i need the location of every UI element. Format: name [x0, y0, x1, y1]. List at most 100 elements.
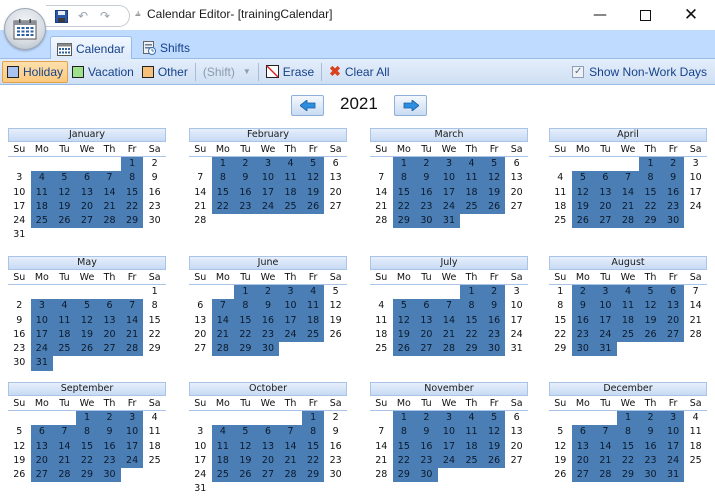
day-cell[interactable]: 18	[211, 453, 235, 469]
day-cell[interactable]: 3	[594, 285, 617, 300]
day-cell[interactable]: 2	[8, 299, 31, 313]
day-cell[interactable]: 6	[256, 425, 280, 440]
day-cell[interactable]: 17	[120, 439, 144, 454]
day-cell[interactable]: 19	[53, 199, 76, 215]
day-cell[interactable]: 26	[301, 199, 325, 215]
day-cell[interactable]: 29	[460, 342, 483, 357]
show-non-work-days-checkbox[interactable]: ✓ Show Non-Work Days	[572, 65, 707, 79]
day-cell[interactable]: 17	[30, 327, 54, 343]
day-cell[interactable]: 3	[437, 411, 461, 426]
day-cell[interactable]: 25	[460, 453, 483, 469]
day-cell[interactable]: 15	[211, 185, 235, 200]
day-cell[interactable]: 10	[661, 425, 685, 440]
day-cell[interactable]: 1	[211, 157, 235, 172]
day-cell[interactable]: 2	[661, 157, 685, 172]
day-cell[interactable]: 23	[415, 453, 438, 469]
day-cell[interactable]: 30	[98, 468, 121, 483]
day-cell[interactable]: 21	[211, 327, 235, 343]
day-cell[interactable]: 6	[661, 285, 685, 300]
day-cell[interactable]: 8	[211, 171, 235, 186]
previous-year-button[interactable]	[291, 95, 324, 116]
day-cell[interactable]: 22	[460, 327, 483, 343]
day-cell[interactable]: 3	[189, 425, 212, 439]
day-cell[interactable]: 22	[639, 199, 662, 215]
day-cell[interactable]: 31	[30, 356, 54, 371]
day-cell[interactable]: 5	[549, 425, 572, 439]
day-cell[interactable]: 19	[482, 185, 506, 200]
day-cell[interactable]: 12	[234, 439, 257, 454]
day-cell[interactable]: 25	[30, 214, 54, 229]
day-cell[interactable]: 24	[437, 453, 461, 469]
day-cell[interactable]: 17	[437, 185, 461, 200]
day-cell[interactable]: 16	[571, 313, 595, 328]
day-cell[interactable]: 7	[684, 285, 707, 299]
day-cell[interactable]: 30	[482, 342, 506, 357]
day-cell[interactable]: 6	[324, 157, 347, 171]
day-cell[interactable]: 27	[98, 342, 121, 357]
day-cell[interactable]: 4	[53, 299, 76, 314]
day-cell[interactable]: 26	[53, 214, 76, 229]
day-cell[interactable]: 1	[460, 285, 483, 300]
day-cell[interactable]: 30	[8, 356, 31, 370]
day-cell[interactable]: 18	[549, 200, 572, 214]
day-cell[interactable]: 11	[143, 425, 166, 439]
day-cell[interactable]: 9	[571, 299, 595, 314]
day-cell[interactable]: 30	[256, 342, 280, 357]
day-cell[interactable]: 16	[661, 185, 685, 200]
day-cell[interactable]: 19	[571, 199, 595, 215]
day-cell[interactable]: 7	[211, 299, 235, 314]
day-cell[interactable]: 8	[120, 171, 144, 186]
day-cell[interactable]: 31	[594, 342, 617, 357]
day-cell[interactable]: 3	[684, 157, 707, 171]
day-cell[interactable]: 2	[234, 157, 257, 172]
day-cell[interactable]: 20	[256, 453, 280, 469]
day-cell[interactable]: 5	[639, 285, 662, 300]
day-cell[interactable]: 14	[437, 313, 461, 328]
day-cell[interactable]: 2	[639, 411, 662, 426]
day-cell[interactable]: 4	[549, 171, 572, 185]
day-cell[interactable]: 30	[661, 214, 685, 229]
day-cell[interactable]: 1	[616, 411, 640, 426]
day-cell[interactable]: 13	[415, 313, 438, 328]
day-cell[interactable]: 17	[594, 313, 617, 328]
day-cell[interactable]: 28	[189, 214, 212, 228]
day-cell[interactable]: 10	[437, 425, 461, 440]
day-cell[interactable]: 6	[594, 171, 617, 186]
day-cell[interactable]: 1	[234, 285, 257, 300]
day-cell[interactable]: 23	[639, 453, 662, 469]
day-cell[interactable]: 18	[684, 440, 707, 454]
day-cell[interactable]: 27	[324, 200, 347, 214]
day-cell[interactable]: 8	[392, 425, 416, 440]
day-cell[interactable]: 22	[616, 453, 640, 469]
day-cell[interactable]: 11	[684, 425, 707, 439]
day-cell[interactable]: 22	[234, 327, 257, 343]
day-cell[interactable]: 23	[234, 199, 257, 215]
day-cell[interactable]: 7	[279, 425, 302, 440]
day-cell[interactable]: 24	[661, 453, 685, 469]
day-cell[interactable]: 31	[189, 482, 212, 496]
day-cell[interactable]: 4	[460, 411, 483, 426]
day-cell[interactable]: 23	[256, 327, 280, 343]
day-cell[interactable]: 30	[324, 468, 347, 482]
day-cell[interactable]: 9	[324, 425, 347, 439]
day-cell[interactable]: 29	[120, 214, 144, 229]
day-cell[interactable]: 20	[75, 199, 99, 215]
day-cell[interactable]: 14	[279, 439, 302, 454]
next-year-button[interactable]	[394, 95, 427, 116]
day-cell[interactable]: 23	[415, 199, 438, 215]
day-cell[interactable]: 23	[482, 327, 506, 343]
day-cell[interactable]: 22	[143, 328, 166, 342]
day-cell[interactable]: 27	[571, 468, 595, 483]
day-cell[interactable]: 3	[8, 171, 31, 185]
day-cell[interactable]: 22	[301, 453, 325, 469]
day-cell[interactable]: 20	[415, 327, 438, 343]
day-cell[interactable]: 7	[437, 299, 461, 314]
day-cell[interactable]: 1	[75, 411, 99, 426]
day-cell[interactable]: 17	[189, 454, 212, 468]
day-cell[interactable]: 22	[392, 199, 416, 215]
day-cell[interactable]: 20	[594, 199, 617, 215]
day-cell[interactable]: 28	[594, 468, 617, 483]
day-cell[interactable]: 20	[30, 453, 54, 469]
day-cell[interactable]: 10	[437, 171, 461, 186]
day-cell[interactable]: 14	[53, 439, 76, 454]
